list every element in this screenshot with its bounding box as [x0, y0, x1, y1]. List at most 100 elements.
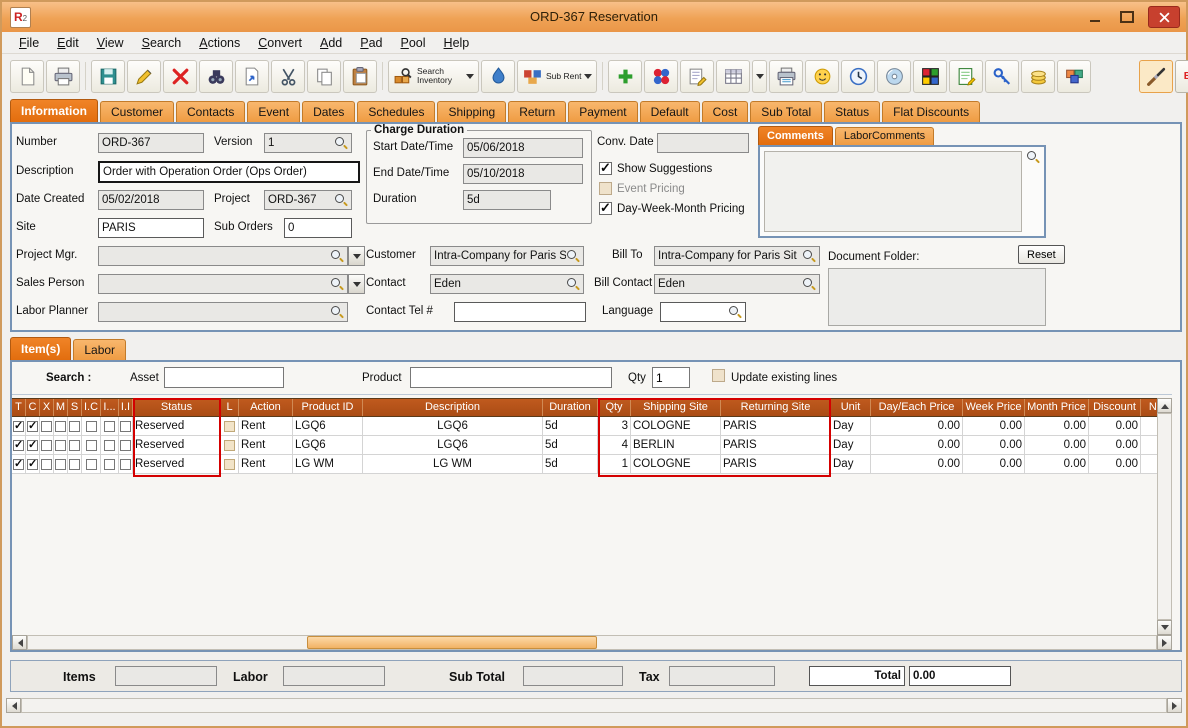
- cut-button[interactable]: [271, 59, 305, 93]
- cell-shipping-site[interactable]: BERLIN: [631, 436, 721, 455]
- cell-qty[interactable]: 4: [598, 436, 631, 455]
- row-checkbox-m[interactable]: [55, 420, 66, 432]
- column-header-weekprice[interactable]: Week Price: [963, 399, 1025, 416]
- search-icon[interactable]: [330, 277, 344, 291]
- scroll-down-button[interactable]: [1157, 620, 1172, 635]
- row-checkbox-s[interactable]: [69, 420, 80, 432]
- menu-item-edit[interactable]: Edit: [48, 33, 88, 53]
- row-checkbox-i.i[interactable]: [120, 458, 131, 470]
- cell-description[interactable]: LGQ6: [363, 436, 543, 455]
- cell-week-price[interactable]: 0.00: [963, 455, 1025, 474]
- column-header-monthprice[interactable]: Month Price: [1025, 399, 1089, 416]
- row-checkbox-i.c[interactable]: [85, 439, 97, 451]
- edit-note-button[interactable]: [680, 59, 715, 93]
- project-mgr-field[interactable]: [98, 246, 348, 266]
- column-header-t[interactable]: T: [12, 399, 26, 416]
- column-header-l[interactable]: L: [221, 399, 239, 416]
- column-header-returningsite[interactable]: Returning Site: [721, 399, 831, 416]
- row-checkbox-l[interactable]: [224, 420, 235, 432]
- column-header-qty[interactable]: Qty: [598, 399, 631, 416]
- sales-person-field[interactable]: [98, 274, 348, 294]
- menu-item-pool[interactable]: Pool: [392, 33, 435, 53]
- conv-date-field[interactable]: [657, 133, 749, 153]
- cell-unit[interactable]: Day: [831, 417, 871, 436]
- row-checkbox-t[interactable]: [13, 438, 24, 451]
- grid-view-button[interactable]: [716, 59, 751, 93]
- row-checkbox-l[interactable]: [224, 458, 235, 470]
- minimize-button[interactable]: [1084, 7, 1106, 27]
- blocks-button[interactable]: [1057, 59, 1092, 93]
- window-scroll-left-button[interactable]: [6, 698, 21, 713]
- cell-description[interactable]: LG WM: [363, 455, 543, 474]
- row-checkbox-c[interactable]: [27, 457, 38, 470]
- version-field[interactable]: 1: [264, 133, 352, 153]
- dwm-pricing-checkbox[interactable]: [599, 200, 612, 216]
- bill-to-field[interactable]: Intra-Company for Paris Sit: [654, 246, 820, 266]
- cell-product-id[interactable]: LG WM: [293, 455, 363, 474]
- paste-button[interactable]: [343, 59, 377, 93]
- cell-returning-site[interactable]: PARIS: [721, 436, 831, 455]
- update-existing-checkbox[interactable]: [712, 369, 725, 382]
- cell-shipping-site[interactable]: COLOGNE: [631, 455, 721, 474]
- project-mgr-dropdown-button[interactable]: [348, 246, 365, 266]
- cell-duration[interactable]: 5d: [543, 417, 598, 436]
- search-icon[interactable]: [1026, 150, 1040, 164]
- cell-action[interactable]: Rent: [239, 417, 293, 436]
- number-field[interactable]: ORD-367: [98, 133, 204, 153]
- tab-default[interactable]: Default: [639, 101, 700, 122]
- row-checkbox-x[interactable]: [41, 439, 52, 451]
- tab-status[interactable]: Status: [824, 101, 881, 122]
- language-field[interactable]: [660, 302, 746, 322]
- column-header-status[interactable]: Status: [133, 399, 221, 416]
- notes-button[interactable]: [949, 59, 984, 93]
- event-pricing-checkbox[interactable]: [599, 182, 612, 195]
- cell-returning-site[interactable]: PARIS: [721, 417, 831, 436]
- column-header-description[interactable]: Description: [363, 399, 543, 416]
- cell-product-id[interactable]: LGQ6: [293, 417, 363, 436]
- menu-item-file[interactable]: File: [10, 33, 48, 53]
- cell-status[interactable]: Reserved: [133, 455, 221, 474]
- row-checkbox-m[interactable]: [55, 439, 66, 451]
- money-button[interactable]: [1021, 59, 1056, 93]
- column-header-productid[interactable]: Product ID: [293, 399, 363, 416]
- key-button[interactable]: [985, 59, 1020, 93]
- start-date-field[interactable]: 05/06/2018: [463, 138, 583, 158]
- grid-view-dropdown-button[interactable]: [752, 59, 768, 93]
- search-icon[interactable]: [566, 249, 580, 263]
- menu-item-convert[interactable]: Convert: [249, 33, 311, 53]
- search-icon[interactable]: [330, 305, 344, 319]
- print-grid-button[interactable]: [769, 59, 804, 93]
- cell-action[interactable]: Rent: [239, 436, 293, 455]
- cell-shipping-site[interactable]: COLOGNE: [631, 417, 721, 436]
- tab-shipping[interactable]: Shipping: [437, 101, 507, 122]
- tab-payment[interactable]: Payment: [568, 101, 638, 122]
- print-button[interactable]: [46, 59, 80, 93]
- cell-returning-site[interactable]: PARIS: [721, 455, 831, 474]
- cell-action[interactable]: Rent: [239, 455, 293, 474]
- show-suggestions-checkbox[interactable]: [599, 160, 612, 176]
- export-document-button[interactable]: [235, 59, 269, 93]
- duration-field[interactable]: 5d: [463, 190, 551, 210]
- reset-button[interactable]: Reset: [1018, 245, 1065, 264]
- cell-day-each-price[interactable]: 0.00: [871, 417, 963, 436]
- close-button[interactable]: [1148, 6, 1180, 28]
- window-scrollbar-track[interactable]: [21, 698, 1167, 713]
- search-icon[interactable]: [802, 277, 816, 291]
- row-checkbox-c[interactable]: [27, 419, 38, 432]
- document-folder-box[interactable]: [828, 268, 1046, 326]
- search-icon[interactable]: [728, 305, 742, 319]
- column-header-c[interactable]: C: [26, 399, 40, 416]
- search-icon[interactable]: [330, 249, 344, 263]
- cell-status[interactable]: Reserved: [133, 417, 221, 436]
- row-checkbox-t[interactable]: [13, 457, 24, 470]
- row-checkbox-i.i[interactable]: [120, 420, 131, 432]
- project-field[interactable]: ORD-367: [264, 190, 352, 210]
- sub-rent-button[interactable]: Sub Rent: [517, 59, 598, 93]
- window-scroll-right-button[interactable]: [1167, 698, 1182, 713]
- column-header-ii[interactable]: I.I: [119, 399, 133, 416]
- row-checkbox-i.i[interactable]: [120, 439, 131, 451]
- menu-item-actions[interactable]: Actions: [190, 33, 249, 53]
- tab-customer[interactable]: Customer: [100, 101, 175, 122]
- cell-week-price[interactable]: 0.00: [963, 436, 1025, 455]
- exit-button[interactable]: EXIT: [1175, 59, 1188, 93]
